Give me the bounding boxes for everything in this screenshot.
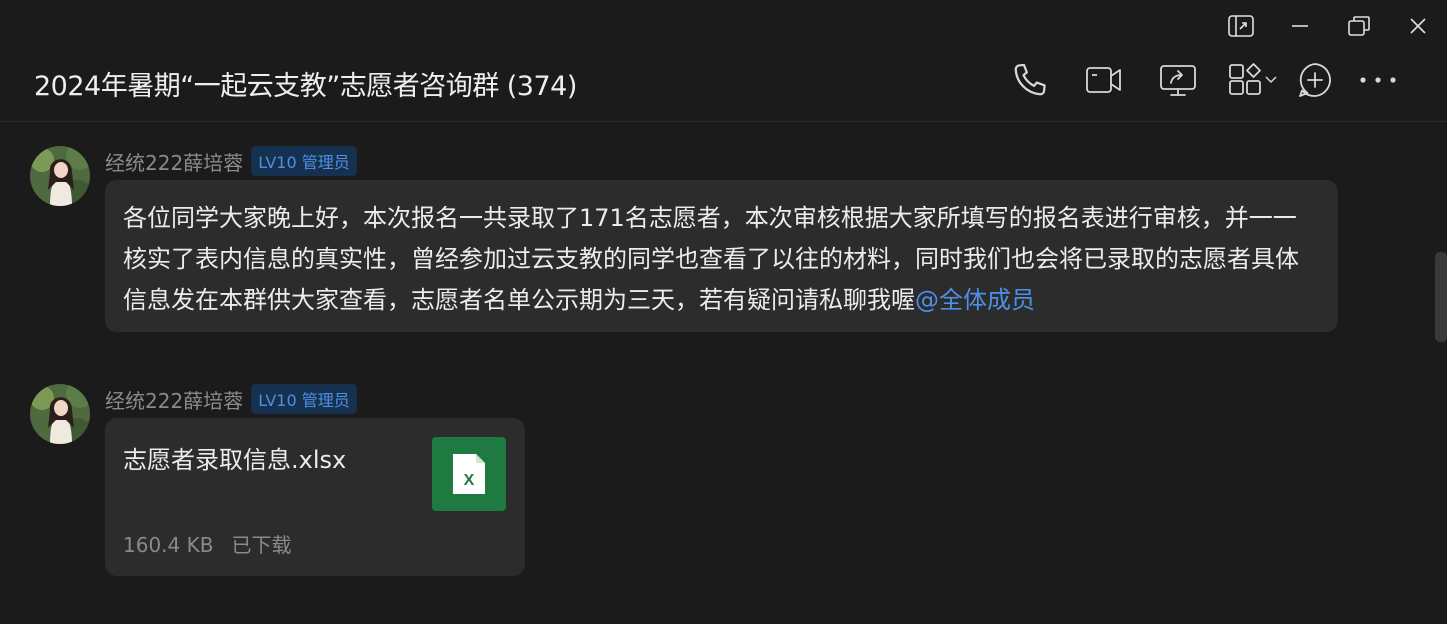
screen-share-button[interactable] <box>1141 60 1215 100</box>
sender-name[interactable]: 经统222薛培蓉 <box>105 385 243 414</box>
apps-button[interactable] <box>1215 60 1289 100</box>
screen-share-icon <box>1160 65 1196 96</box>
window-controls <box>1211 10 1447 42</box>
header-divider <box>0 121 1447 122</box>
message-text: 各位同学大家晚上好，本次报名一共录取了171名志愿者，本次审核根据大家所填写的报… <box>123 204 1299 314</box>
message-bubble[interactable]: 各位同学大家晚上好，本次报名一共录取了171名志愿者，本次审核根据大家所填写的报… <box>105 180 1338 332</box>
phone-icon <box>1014 63 1046 96</box>
file-meta: 160.4 KB 已下载 <box>123 529 291 558</box>
role-badge: LV10 管理员 <box>251 146 357 176</box>
file-size: 160.4 KB <box>123 533 214 557</box>
pin-window-icon <box>1227 15 1254 37</box>
video-call-button[interactable] <box>1067 60 1141 100</box>
close-icon <box>1409 18 1426 34</box>
download-status: 已下载 <box>231 533 292 557</box>
apps-grid-icon <box>1229 63 1261 95</box>
restore-button[interactable] <box>1329 10 1388 42</box>
chevron-down-icon <box>1265 76 1277 84</box>
avatar[interactable] <box>30 146 90 206</box>
sender-name[interactable]: 经统222薛培蓉 <box>105 147 243 176</box>
minimize-button[interactable] <box>1270 10 1329 42</box>
restore-icon <box>1347 16 1370 36</box>
scrollbar-thumb[interactable] <box>1435 252 1447 342</box>
file-name: 志愿者录取信息.xlsx <box>123 446 347 474</box>
role-badge: LV10 管理员 <box>251 384 357 414</box>
message-item: 经统222薛培蓉 LV10 管理员 志愿者录取信息.xlsx X 160.4 K… <box>30 384 530 580</box>
close-button[interactable] <box>1388 10 1447 42</box>
excel-file-icon: X <box>432 437 506 511</box>
message-item: 经统222薛培蓉 LV10 管理员 各位同学大家晚上好，本次报名一共录取了171… <box>30 146 1340 336</box>
chat-title: 2024年暑期“一起云支教”志愿者咨询群 (374) <box>34 71 577 102</box>
sender-line: 经统222薛培蓉 LV10 管理员 <box>105 146 357 176</box>
chat-toolbar <box>993 60 1415 100</box>
add-button[interactable] <box>1289 60 1341 100</box>
add-circle-icon <box>1299 63 1331 97</box>
minimize-icon <box>1291 25 1308 27</box>
excel-icon-letter: X <box>464 472 475 489</box>
video-icon <box>1086 67 1121 93</box>
sender-line: 经统222薛培蓉 LV10 管理员 <box>105 384 357 414</box>
chat-header: 2024年暑期“一起云支教”志愿者咨询群 (374) <box>0 54 1447 110</box>
avatar[interactable] <box>30 384 90 444</box>
more-options-button[interactable] <box>1341 60 1415 100</box>
voice-call-button[interactable] <box>993 60 1067 100</box>
pin-window-button[interactable] <box>1211 10 1270 42</box>
file-attachment[interactable]: 志愿者录取信息.xlsx X 160.4 KB 已下载 <box>105 418 525 576</box>
more-icon <box>1360 77 1396 83</box>
mention-link[interactable]: @全体成员 <box>915 286 1035 314</box>
